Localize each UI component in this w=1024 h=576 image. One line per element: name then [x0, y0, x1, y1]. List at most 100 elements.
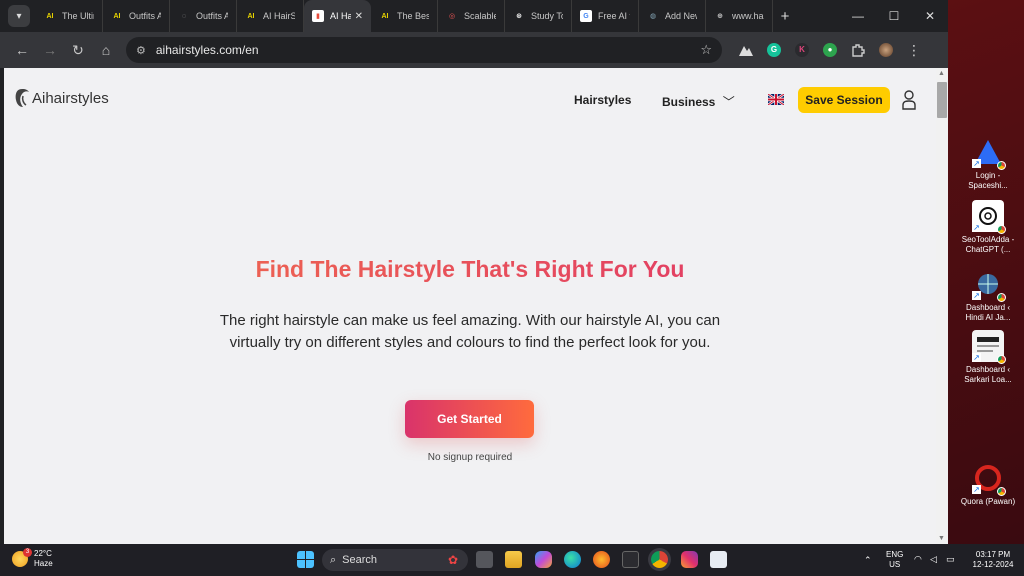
scalable-favicon-icon: ◎ — [448, 13, 456, 20]
tab-the-ultimate[interactable]: AIThe Ultimate — [36, 0, 103, 32]
user-account-icon[interactable] — [902, 90, 916, 110]
ai-favicon-icon: AI — [247, 12, 255, 20]
file-explorer-icon[interactable] — [505, 551, 522, 568]
weather-sun-icon: 3 — [12, 548, 32, 567]
tab-scalable[interactable]: ◎ Scalable — [438, 0, 505, 32]
new-tab-button[interactable]: + — [773, 8, 797, 25]
edge-icon[interactable] — [564, 551, 581, 568]
windows-taskbar: 3 22°C Haze ⌕ Search ✿ ⌃ ENG US ◠ ◁ ▭ 03… — [0, 544, 1024, 576]
nav-business-dropdown[interactable]: Business ﹀ — [662, 93, 735, 110]
tab-www-hairstyle[interactable]: ⊕www.hairstyle — [706, 0, 773, 32]
speaker-icon[interactable]: ◁ — [930, 554, 937, 564]
desktop-shortcut-label: SeoToolAdda - ChatGPT (... — [961, 235, 1015, 254]
ai-favicon-icon: AI — [381, 12, 389, 20]
desktop-shortcut-label: Dashboard ‹ Sarkari Loa... — [964, 365, 1012, 384]
tab-add-new[interactable]: ◍Add New — [639, 0, 706, 32]
weather-widget[interactable]: 3 22°C Haze — [12, 548, 53, 569]
home-icon[interactable]: ⌂ — [92, 36, 120, 64]
globe-favicon-icon: ⊕ — [717, 13, 723, 20]
tab-outfits-ai-2[interactable]: ◌Outfits AI — [170, 0, 237, 32]
minimize-icon[interactable]: — — [840, 0, 876, 32]
weather-badge: 3 — [23, 548, 32, 557]
profile-avatar[interactable] — [872, 36, 900, 64]
desktop-shortcut-quora[interactable]: ↗ Quora (Pawan) — [958, 462, 1018, 507]
hero-title: Find The Hairstyle That's Right For You — [4, 256, 936, 283]
desktop-shortcut-hindi-ai[interactable]: ↗ Dashboard ‹ Hindi AI Ja... — [958, 268, 1018, 323]
chevron-down-icon: ﹀ — [722, 95, 735, 109]
maximize-icon[interactable]: ☐ — [876, 0, 912, 32]
scroll-up-icon[interactable]: ▲ — [938, 70, 945, 77]
region-code: US — [889, 560, 901, 569]
extensions-puzzle-icon[interactable] — [844, 36, 872, 64]
no-signup-note: No signup required — [427, 452, 513, 463]
temperature: 22°C — [34, 549, 52, 558]
tray-overflow-icon[interactable]: ⌃ — [864, 555, 872, 565]
instagram-icon[interactable] — [681, 551, 698, 568]
task-view-icon[interactable] — [476, 551, 493, 568]
scrollbar-thumb[interactable] — [937, 82, 947, 118]
nav-hairstyles-link[interactable]: Hairstyles — [574, 93, 631, 107]
address-bar[interactable]: ⚙ aihairstyles.com/en ☆ — [126, 37, 722, 63]
tab-study-tools[interactable]: ⊛Study Tools — [505, 0, 572, 32]
desktop-shortcut-spaceship[interactable]: ↗ Login - Spaceshi... — [958, 136, 1018, 191]
app-icon[interactable] — [710, 551, 727, 568]
copilot-icon[interactable] — [535, 551, 552, 568]
grammarly-icon[interactable]: G — [760, 36, 788, 64]
get-started-button[interactable]: Get Started — [405, 400, 534, 438]
close-window-icon[interactable]: ✕ — [912, 0, 948, 32]
search-label: Search — [342, 554, 378, 566]
firefox-icon[interactable] — [593, 551, 610, 568]
hero-description: The right hairstyle can make us feel ama… — [219, 312, 721, 351]
loading-favicon-icon: ◌ — [181, 12, 187, 20]
webpage-thumbnail-icon: ↗ — [972, 330, 1006, 364]
clock[interactable]: 03:17 PM 12-12-2024 — [968, 550, 1018, 570]
tab-ai-hairstyle[interactable]: AIAI HairStyle — [237, 0, 304, 32]
clock-time: 03:17 PM — [975, 550, 1011, 559]
uk-flag-icon[interactable] — [768, 94, 784, 105]
desktop-shortcut-label: Login - Spaceshi... — [968, 171, 1008, 190]
tab-ai-hairstyles-active[interactable]: ▮AI Hairstyles✕ — [304, 0, 371, 32]
search-icon: ⌕ — [330, 553, 337, 566]
tab-the-best[interactable]: AIThe Best — [371, 0, 438, 32]
ai-favicon-icon: AI — [113, 12, 121, 20]
language-indicator[interactable]: ENG US — [886, 550, 903, 570]
desktop-shortcut-chatgpt[interactable]: ↗ SeoToolAdda - ChatGPT (... — [958, 200, 1018, 255]
reload-icon[interactable]: ↻ — [64, 36, 92, 64]
chatgpt-icon: ↗ — [972, 200, 1006, 234]
microsoft-store-icon[interactable] — [622, 551, 639, 568]
tab-outfits-ai[interactable]: AIOutfits AI — [103, 0, 170, 32]
extension-green-icon[interactable]: ● — [816, 36, 844, 64]
tab-strip: ▾ AIThe Ultimate AIOutfits AI ◌Outfits A… — [0, 0, 948, 32]
extension-k-icon[interactable]: K — [788, 36, 816, 64]
extension-mountain-icon[interactable] — [732, 36, 760, 64]
save-session-button[interactable]: Save Session — [798, 87, 890, 113]
forward-arrow-icon[interactable]: → — [36, 36, 64, 64]
scroll-down-icon[interactable]: ▼ — [938, 535, 945, 542]
tab-free-ai-tools[interactable]: GFree AI tools — [572, 0, 639, 32]
desktop-shortcut-label: Quora (Pawan) — [960, 497, 1016, 506]
chrome-icon[interactable] — [651, 551, 668, 568]
site-info-icon[interactable]: ⚙ — [136, 44, 146, 57]
battery-icon[interactable]: ▭ — [946, 554, 955, 564]
globe-icon: ↗ — [972, 268, 1006, 302]
close-tab-icon[interactable]: ✕ — [351, 11, 363, 22]
windows-start-icon[interactable] — [297, 551, 314, 568]
url-text: aihairstyles.com/en — [155, 43, 259, 57]
desktop-shortcut-sarkari[interactable]: ↗ Dashboard ‹ Sarkari Loa... — [958, 330, 1018, 385]
hair-logo-icon — [15, 89, 29, 107]
hairstyles-favicon-icon: ▮ — [312, 10, 324, 22]
openai-favicon-icon: ⊛ — [516, 13, 522, 20]
taskbar-search[interactable]: ⌕ Search ✿ — [322, 549, 468, 571]
page-scrollbar[interactable]: ▲ ▼ — [936, 68, 948, 544]
browser-menu-icon[interactable]: ⋮ — [900, 36, 928, 64]
weather-condition: Haze — [34, 559, 53, 568]
language-code: ENG — [886, 550, 904, 559]
bookmark-star-icon[interactable]: ☆ — [700, 42, 712, 58]
nav-business-label: Business — [662, 95, 716, 109]
wifi-icon[interactable]: ◠ — [914, 554, 922, 564]
tab-search-button[interactable]: ▾ — [8, 5, 30, 27]
back-arrow-icon[interactable]: ← — [8, 36, 36, 64]
site-logo[interactable]: Aihairstyles — [14, 88, 109, 108]
quora-icon: ↗ — [972, 462, 1006, 496]
logo-text: Aihairstyles — [32, 89, 109, 107]
